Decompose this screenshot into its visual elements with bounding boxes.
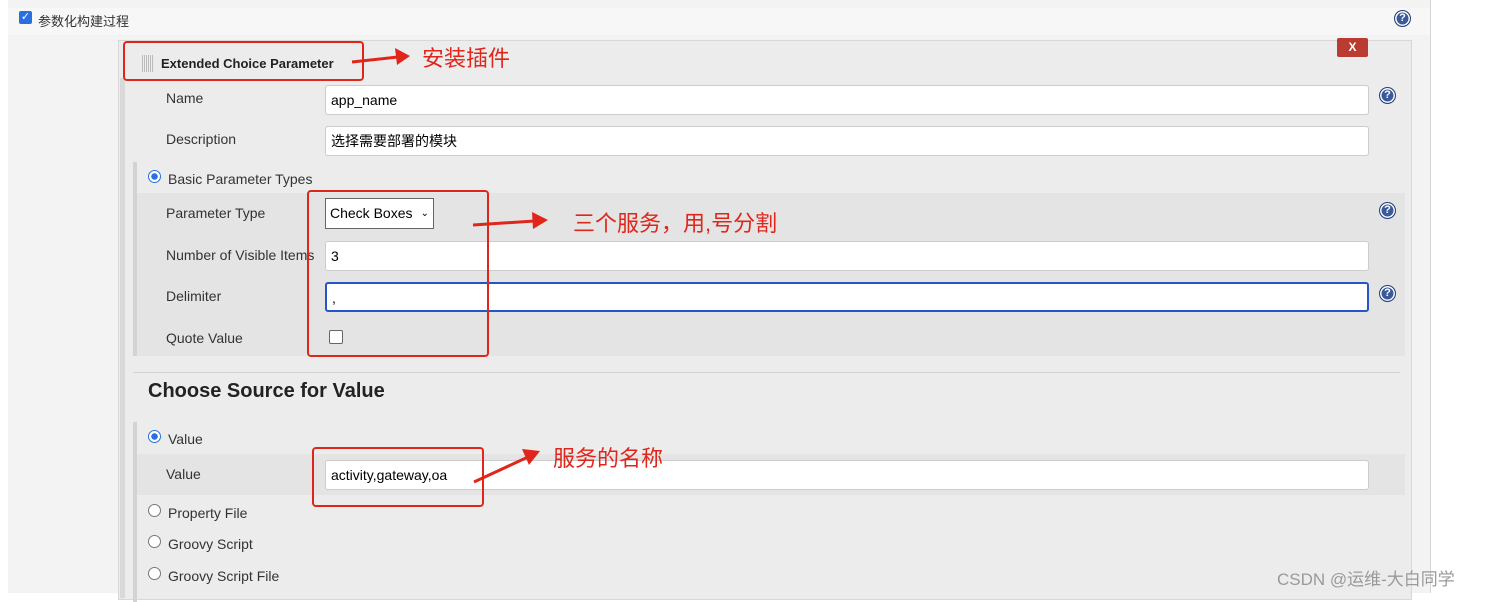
annotation-text: 三个服务，用,号分割 [573, 211, 778, 236]
watermark: CSDN @运维-大白同学 [1277, 570, 1455, 589]
annotation-text: 服务的名称 [553, 446, 664, 471]
annotation-arrows [351, 48, 548, 484]
annotation-text: 安装插件 [422, 46, 511, 71]
